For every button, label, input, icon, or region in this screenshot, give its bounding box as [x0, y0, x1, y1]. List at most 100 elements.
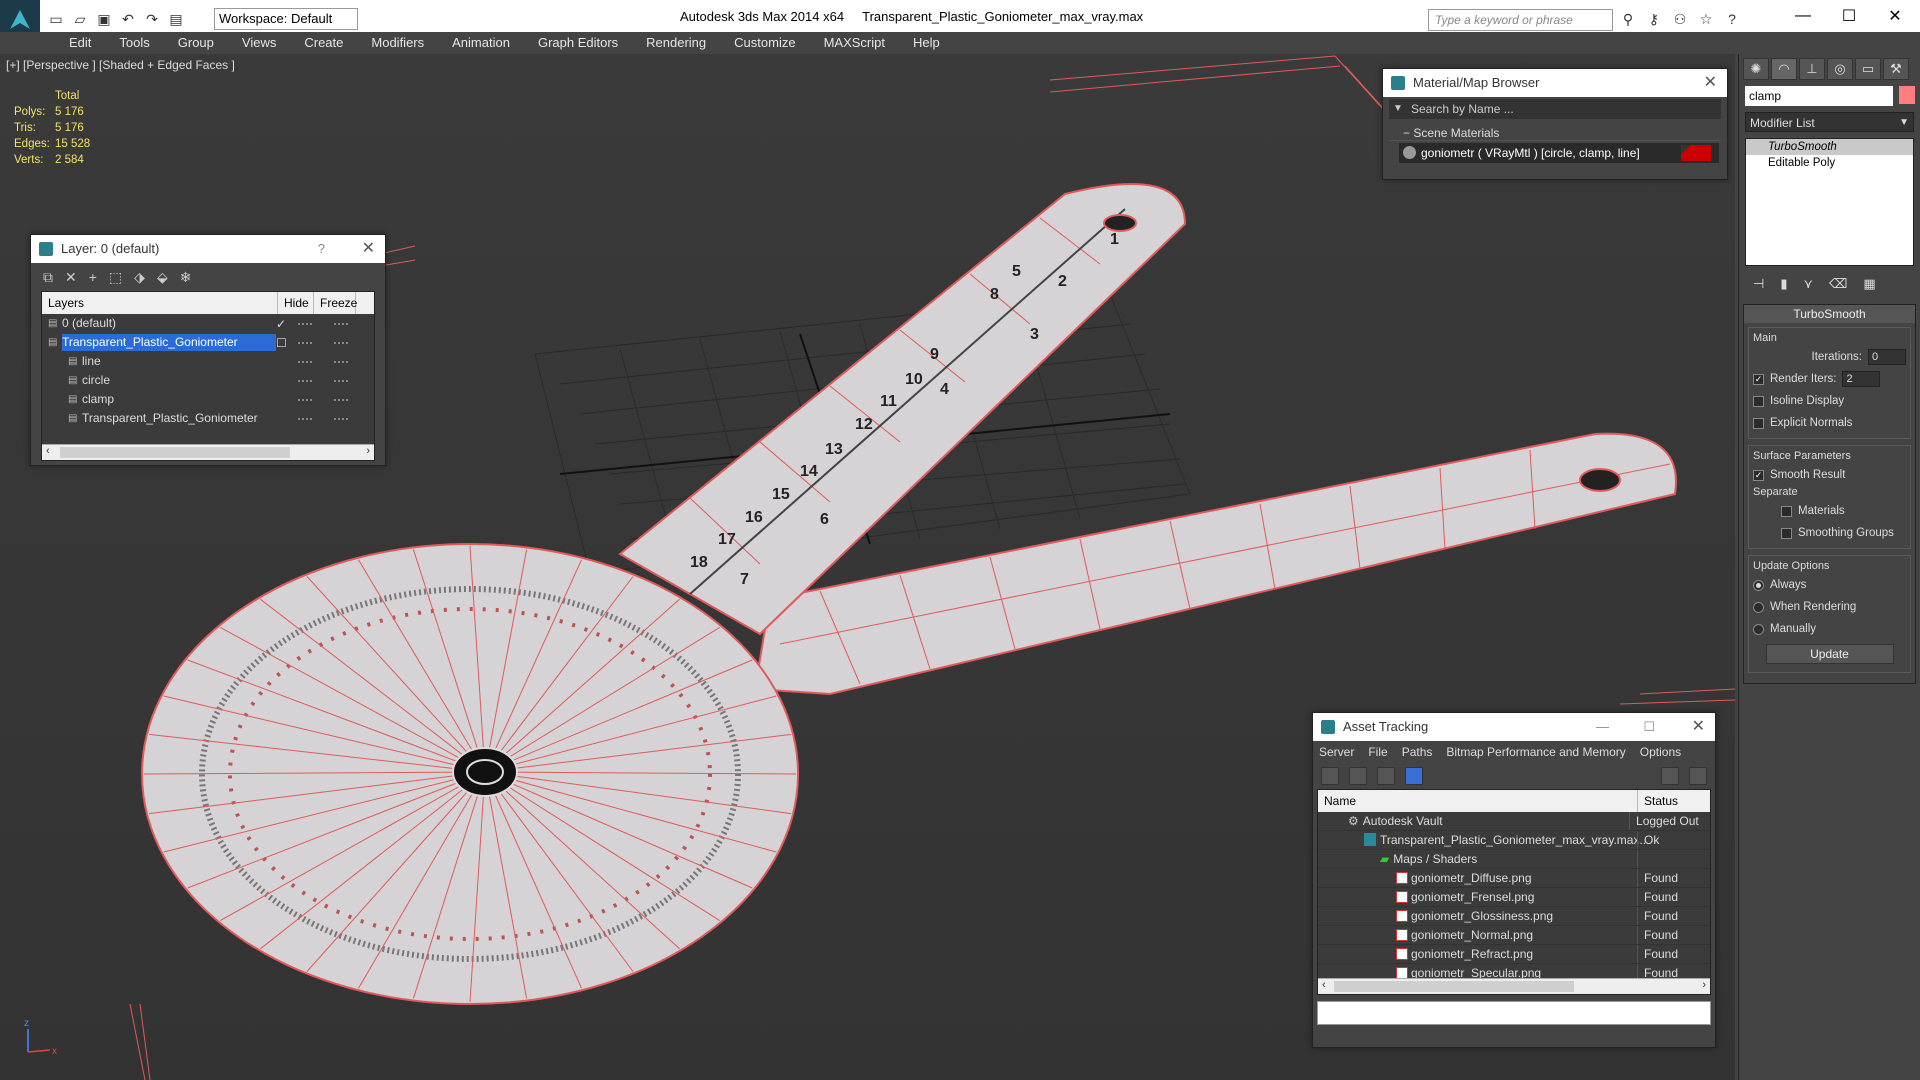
help-search-input[interactable]: Type a keyword or phrase — [1428, 9, 1613, 31]
remove-modifier-icon[interactable]: ⌫ — [1829, 276, 1847, 292]
object-name-field[interactable]: clamp — [1745, 86, 1893, 106]
maximize-icon[interactable]: ☐ — [1643, 713, 1655, 741]
redo-icon[interactable]: ↷ — [142, 9, 162, 29]
detail-view-icon[interactable] — [1377, 767, 1395, 785]
star-icon[interactable]: ☆ — [1696, 9, 1716, 29]
layer-row[interactable]: ▤ line — [42, 352, 374, 371]
minimize-button[interactable]: — — [1780, 0, 1826, 32]
col-freeze[interactable]: Freeze — [314, 292, 357, 314]
col-name[interactable]: Name — [1318, 790, 1638, 812]
add-to-layer-icon[interactable]: + — [89, 269, 97, 285]
asset-row[interactable]: goniometr_Frensel.png Found — [1318, 888, 1710, 907]
close-icon[interactable]: ✕ — [1692, 713, 1705, 741]
material-browser-titlebar[interactable]: Material/Map Browser ✕ — [1383, 69, 1727, 97]
menu-customize[interactable]: Customize — [720, 32, 809, 54]
when-rendering-radio[interactable] — [1753, 601, 1764, 613]
smooth-result-checkbox[interactable]: ✓ — [1753, 469, 1764, 481]
col-status[interactable]: Status — [1638, 790, 1678, 812]
menu-modifiers[interactable]: Modifiers — [357, 32, 438, 54]
dropdown-arrow-icon[interactable]: ▼ — [1393, 99, 1403, 119]
menu-file[interactable]: File — [1368, 741, 1387, 763]
highlight-selected-icon[interactable]: ⬗ — [134, 269, 145, 286]
make-unique-icon[interactable]: ⋎ — [1803, 276, 1813, 292]
iterations-spinner[interactable]: 0 — [1868, 349, 1906, 365]
user-icon[interactable]: ⚇ — [1670, 9, 1690, 29]
scroll-right-icon[interactable]: › — [1702, 979, 1706, 991]
save-icon[interactable]: ▣ — [94, 9, 114, 29]
layer-list-scrollbar[interactable]: ‹ › — [42, 444, 374, 460]
current-layer-check-icon[interactable]: ✓ — [276, 317, 290, 331]
tab-modify[interactable]: ◠ — [1771, 58, 1797, 80]
tab-create[interactable]: ✺ — [1743, 58, 1769, 80]
smoothing-groups-checkbox[interactable] — [1781, 527, 1792, 539]
tab-utilities[interactable]: ⚒ — [1883, 58, 1909, 80]
menu-edit[interactable]: Edit — [55, 32, 105, 54]
close-icon[interactable]: ✕ — [1704, 69, 1717, 97]
menu-group[interactable]: Group — [164, 32, 228, 54]
scroll-right-icon[interactable]: › — [366, 445, 370, 457]
layer-row[interactable]: ▤ Transparent_Plastic_Goniometer ☐ — [42, 333, 374, 352]
menu-create[interactable]: Create — [290, 32, 357, 54]
layer-checkbox-icon[interactable]: ☐ — [276, 336, 290, 350]
explicit-normals-checkbox[interactable] — [1753, 417, 1764, 429]
isoline-checkbox[interactable] — [1753, 395, 1764, 407]
menu-bitmap-performance[interactable]: Bitmap Performance and Memory — [1446, 741, 1625, 763]
asset-path-field[interactable] — [1317, 1001, 1711, 1025]
hide-toggle[interactable] — [298, 323, 312, 325]
hide-toggle[interactable] — [298, 361, 312, 363]
delete-layer-icon[interactable]: ✕ — [65, 269, 77, 286]
asset-list-scrollbar[interactable]: ‹ › — [1318, 978, 1710, 994]
show-end-result-icon[interactable]: ▮ — [1780, 276, 1787, 292]
scrollbar-thumb[interactable] — [60, 447, 290, 458]
scrollbar-thumb[interactable] — [1334, 981, 1574, 992]
create-layer-icon[interactable]: ⧉ — [43, 269, 53, 286]
col-layers[interactable]: Layers — [42, 292, 278, 314]
menu-animation[interactable]: Animation — [438, 32, 524, 54]
layer-row[interactable]: ▤ Transparent_Plastic_Goniometer — [42, 409, 374, 428]
freeze-toggle[interactable] — [334, 361, 348, 363]
freeze-toggle[interactable] — [334, 418, 348, 420]
materials-checkbox[interactable] — [1781, 505, 1792, 517]
modifier-list-dropdown[interactable]: Modifier List ▼ — [1745, 112, 1914, 132]
hide-toggle[interactable] — [298, 399, 312, 401]
pin-stack-icon[interactable]: ⊣ — [1753, 276, 1764, 292]
list-view-icon[interactable] — [1349, 767, 1367, 785]
menu-server[interactable]: Server — [1319, 741, 1354, 763]
manually-radio[interactable] — [1753, 623, 1764, 635]
collapse-icon[interactable]: − — [1403, 126, 1410, 140]
chevron-down-icon[interactable]: ▼ — [1899, 113, 1909, 133]
menu-tools[interactable]: Tools — [105, 32, 163, 54]
tab-motion[interactable]: ◎ — [1827, 58, 1853, 80]
render-iters-spinner[interactable]: 2 — [1842, 371, 1881, 387]
stack-item-turbosmooth[interactable]: TurboSmooth — [1746, 139, 1913, 155]
hide-toggle[interactable] — [298, 380, 312, 382]
layer-panel-titlebar[interactable]: Layer: 0 (default) ? ✕ — [31, 235, 385, 263]
menu-options[interactable]: Options — [1640, 741, 1681, 763]
stack-item-editable-poly[interactable]: Editable Poly — [1746, 155, 1913, 171]
scroll-left-icon[interactable]: ‹ — [1322, 979, 1326, 991]
freeze-all-layers-icon[interactable]: ❄ — [180, 269, 192, 286]
viewport-label[interactable]: [+] [Perspective ] [Shaded + Edged Faces… — [6, 58, 235, 72]
close-icon[interactable]: ✕ — [362, 235, 375, 263]
material-entry[interactable]: goniometr ( VRayMtl ) [circle, clamp, li… — [1399, 143, 1719, 163]
update-button[interactable]: Update — [1765, 644, 1894, 664]
freeze-toggle[interactable] — [334, 399, 348, 401]
asset-row[interactable]: Transparent_Plastic_Goniometer_max_vray.… — [1318, 831, 1710, 850]
close-button[interactable]: ✕ — [1872, 0, 1918, 32]
help-icon[interactable]: ? — [1722, 9, 1742, 29]
scene-materials-section[interactable]: − Scene Materials — [1389, 125, 1721, 141]
undo-icon[interactable]: ↶ — [118, 9, 138, 29]
tab-display[interactable]: ▭ — [1855, 58, 1881, 80]
menu-help[interactable]: Help — [899, 32, 954, 54]
layer-row[interactable]: ▤ 0 (default) ✓ — [42, 314, 374, 333]
layer-row[interactable]: ▤ clamp — [42, 390, 374, 409]
menu-paths[interactable]: Paths — [1402, 741, 1433, 763]
workspace-dropdown[interactable]: Workspace: Default — [214, 8, 358, 30]
render-iters-checkbox[interactable]: ✓ — [1753, 373, 1764, 385]
open-file-icon[interactable]: ▱ — [70, 9, 90, 29]
help-icon[interactable]: ? — [318, 235, 325, 263]
maximize-button[interactable]: ☐ — [1826, 0, 1872, 32]
asset-row[interactable]: ⚙ Autodesk Vault Logged Out ... — [1318, 812, 1710, 847]
help-icon[interactable] — [1661, 767, 1679, 785]
asset-row[interactable]: goniometr_Diffuse.png Found — [1318, 869, 1710, 888]
